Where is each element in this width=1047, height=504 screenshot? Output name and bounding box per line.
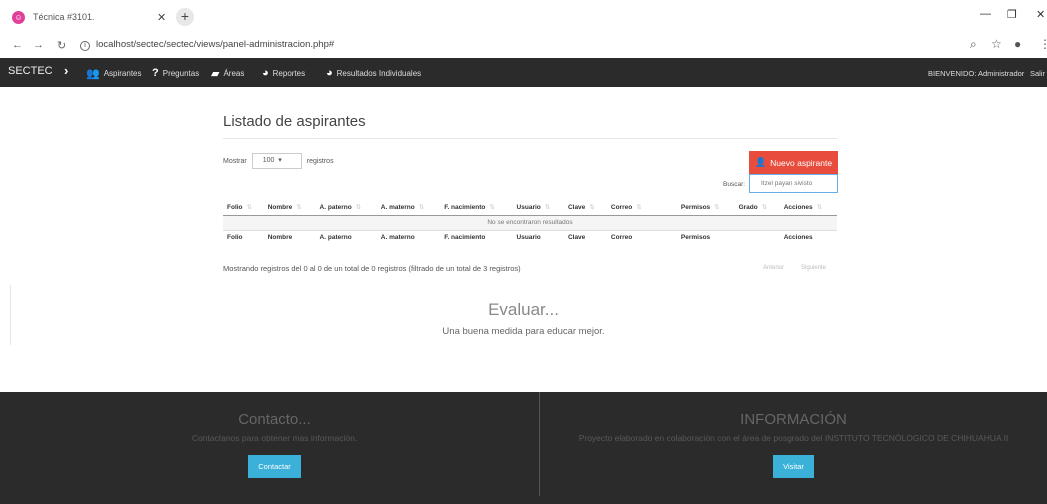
- forward-icon[interactable]: →: [33, 39, 44, 51]
- empty-message: No se encontraron resultados: [223, 215, 837, 231]
- col-header[interactable]: A. materno ⇅: [377, 200, 440, 215]
- nav-item-aspirantes[interactable]: 👥 Aspirantes: [86, 67, 142, 80]
- site-navbar: SECTEC › 👥 Aspirantes ? Preguntas ▰ Área…: [0, 58, 1047, 87]
- footer-col: Permisos: [676, 229, 735, 244]
- browser-tab[interactable]: ☺ Técnica #3101. ✕: [0, 0, 200, 34]
- footer-col: [734, 229, 780, 244]
- nav-item-label: Áreas: [223, 69, 245, 78]
- col-header[interactable]: Folio ⇅: [223, 200, 264, 215]
- nav-item-label: Aspirantes: [103, 69, 142, 78]
- col-header[interactable]: A. paterno ⇅: [316, 200, 377, 215]
- nav-item-preguntas[interactable]: ? Preguntas: [152, 67, 199, 79]
- info-section: INFORMACIÓN Proyecto elaborado en colabo…: [540, 392, 1047, 478]
- tab-close-icon[interactable]: ✕: [157, 11, 166, 24]
- col-header[interactable]: F. nacimiento ⇅: [440, 200, 512, 215]
- prev-page-button[interactable]: Anterior: [763, 265, 784, 271]
- footer-col: Usuario: [512, 229, 564, 244]
- search-label: Buscar:: [723, 181, 746, 188]
- book-icon: ▰: [211, 68, 220, 80]
- zoom-icon[interactable]: ⌕: [970, 37, 977, 52]
- footer-col: Nombre: [263, 229, 316, 244]
- info-icon[interactable]: i: [80, 41, 90, 51]
- question-icon: ?: [152, 67, 159, 79]
- chevron-right-icon[interactable]: ›: [64, 63, 68, 78]
- hero-subtitle: Una buena medida para educar mejor.: [442, 326, 605, 337]
- menu-icon[interactable]: ⋮: [1039, 37, 1047, 51]
- address-bar: ← → ↻ i localhost/sectec/sectec/views/pan…: [0, 34, 1047, 58]
- back-icon[interactable]: ←: [12, 39, 23, 51]
- divider: [223, 138, 837, 139]
- nav-item-label: Reportes: [272, 68, 306, 78]
- site-footer: Contacto... Contactanos para obtener mas…: [0, 392, 1047, 504]
- hero-title: Evaluar...: [488, 300, 559, 319]
- footer-col: Correo: [606, 229, 677, 244]
- table-info: Mostrando registros del 0 al 0 de un tot…: [223, 264, 521, 273]
- next-page-button[interactable]: Siguiente: [801, 265, 826, 271]
- welcome-text: BIENVENIDO: Administrador: [928, 69, 1025, 78]
- footer-col: Folio: [223, 229, 264, 244]
- contact-text: Contactanos para obtener mas información…: [191, 433, 358, 443]
- reload-icon[interactable]: ↻: [57, 39, 66, 52]
- tab-title: Técnica #3101.: [33, 12, 95, 22]
- add-user-icon: 👤: [754, 157, 767, 167]
- nav-item-label: Preguntas: [162, 68, 200, 78]
- new-applicant-button[interactable]: 👤 Nuevo aspirante: [749, 151, 838, 174]
- url-text: localhost/sectec/sectec/views/panel-admi…: [96, 39, 335, 50]
- pie-chart-icon: ◕: [326, 67, 333, 79]
- logout-link[interactable]: Salir: [1030, 69, 1045, 78]
- col-header[interactable]: Grado ⇅: [735, 200, 780, 215]
- col-header[interactable]: Correo ⇅: [607, 200, 677, 215]
- brand-link[interactable]: SECTEC: [8, 65, 53, 77]
- nav-item-label: Resultados Individuales: [336, 68, 422, 78]
- contact-title: Contacto...: [238, 411, 311, 428]
- records-label: registros: [306, 157, 334, 165]
- nav-item-reportes[interactable]: ◕ Reportes: [262, 67, 305, 79]
- search-input[interactable]: Itzel payan sivisto: [749, 174, 838, 193]
- bookmark-star-icon[interactable]: ☆: [991, 37, 1002, 51]
- new-tab-button[interactable]: +: [176, 8, 194, 26]
- nav-item-resultados[interactable]: ◕ Resultados Individuales: [326, 67, 421, 79]
- minimize-icon[interactable]: —: [980, 8, 991, 20]
- empty-row: No se encontraron resultados: [223, 215, 837, 231]
- page-length-value: 100: [262, 157, 275, 164]
- applicants-table: Folio ⇅ Nombre ⇅ A. paterno ⇅ A. materno ⇅ F…: [223, 200, 837, 244]
- footer-col: A. paterno: [315, 229, 377, 244]
- col-header[interactable]: Clave ⇅: [564, 200, 607, 215]
- footer-col: Acciones: [779, 229, 837, 244]
- col-header[interactable]: Permisos ⇅: [677, 200, 735, 215]
- new-applicant-label: Nuevo aspirante: [770, 157, 833, 168]
- contact-button[interactable]: Contactar: [248, 455, 301, 478]
- visit-button[interactable]: Visitar: [773, 455, 814, 478]
- table-header-row: Folio ⇅ Nombre ⇅ A. paterno ⇅ A. materno ⇅ F…: [223, 200, 837, 215]
- footer-col: Clave: [563, 229, 607, 244]
- col-header[interactable]: Usuario ⇅: [513, 200, 564, 215]
- page-length-select[interactable]: 100 ▾: [251, 153, 302, 169]
- contact-section: Contacto... Contactanos para obtener mas…: [10, 392, 539, 478]
- search-value: Itzel payan sivisto: [761, 180, 813, 187]
- profile-icon[interactable]: ●: [1014, 37, 1021, 51]
- table-footer-row: Folio Nombre A. paterno A. materno F. na…: [223, 229, 837, 244]
- page-length-control: Mostrar 100 ▾ registros: [223, 153, 334, 169]
- footer-col: A. materno: [376, 229, 441, 244]
- info-title: INFORMACIÓN: [740, 411, 847, 428]
- users-icon: 👥: [86, 68, 100, 80]
- col-header[interactable]: Nombre ⇅: [264, 200, 316, 215]
- info-text: Proyecto elaborado en colaboración con e…: [578, 433, 1009, 443]
- nav-item-areas[interactable]: ▰ Áreas: [211, 67, 244, 80]
- url-field[interactable]: i localhost/sectec/sectec/views/panel-adm…: [80, 39, 334, 51]
- footer-col: F. nacimiento: [440, 229, 513, 244]
- show-label: Mostrar: [223, 157, 247, 165]
- browser-tabstrip: ☺ Técnica #3101. ✕ + — ❐ ✕: [0, 0, 1047, 34]
- site-favicon-icon: ☺: [12, 10, 25, 24]
- col-header[interactable]: Acciones ⇅: [780, 200, 837, 215]
- maximize-icon[interactable]: ❐: [1007, 8, 1017, 21]
- pie-chart-icon: ◕: [262, 67, 269, 79]
- page-title: Listado de aspirantes: [223, 113, 366, 130]
- window-close-icon[interactable]: ✕: [1036, 8, 1045, 21]
